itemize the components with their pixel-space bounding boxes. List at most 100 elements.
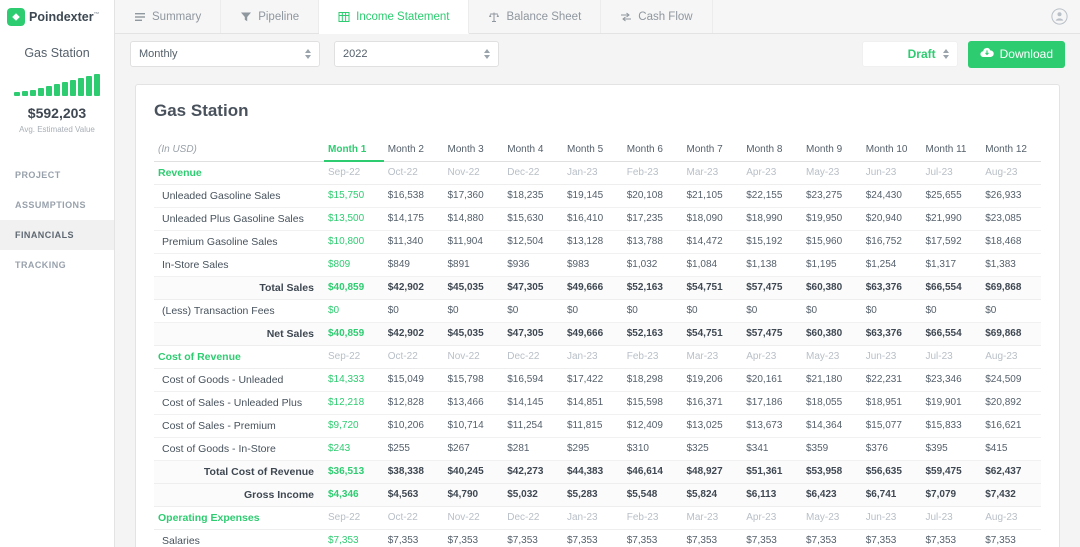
tab-income-statement[interactable]: Income Statement: [319, 0, 470, 34]
section-header-row: Operating Expenses Sep-22 Oct-22 Nov-22 Dec-…: [154, 505, 1041, 530]
month-column-header[interactable]: Month 10: [861, 139, 922, 162]
table-row: Cost of Goods - Unleaded $14,333 $15,049 $1…: [154, 368, 1041, 392]
sidebar-item-assumptions[interactable]: ASSUMPTIONS: [0, 190, 114, 220]
value-cell: $7,353: [861, 529, 922, 547]
month-column-header[interactable]: Month 6: [622, 139, 683, 162]
value-cell: $13,673: [742, 414, 802, 438]
date-cell: Apr-23: [742, 160, 802, 185]
value-cell: $7,432: [981, 483, 1041, 507]
value-cell: $45,035: [443, 322, 504, 346]
value-cell: $42,902: [383, 276, 444, 300]
value-cell: $325: [682, 437, 743, 461]
tab-balance-sheet[interactable]: Balance Sheet: [469, 0, 602, 33]
tab-label: Income Statement: [356, 10, 450, 23]
sidebar-item-project[interactable]: PROJECT: [0, 160, 114, 190]
month-column-header[interactable]: Month 12: [981, 139, 1041, 162]
value-cell: $0: [443, 299, 504, 323]
app-root: Poindexter™ Gas Station $592,203 Avg. Es…: [0, 0, 1080, 547]
value-cell: $14,880: [443, 207, 504, 231]
month-column-header[interactable]: Month 1: [324, 139, 384, 162]
month-column-header[interactable]: Month 8: [742, 139, 802, 162]
date-cell: Sep-22: [324, 505, 384, 530]
value-cell: $0: [503, 299, 563, 323]
trademark: ™: [93, 11, 100, 18]
value-cell: $7,353: [802, 529, 862, 547]
table-row: Unleaded Gasoline Sales $15,750 $16,538 $17…: [154, 184, 1041, 208]
value-cell: $53,958: [802, 460, 862, 484]
table-row: Cost of Goods - In-Store $243 $255 $267 $281…: [154, 437, 1041, 461]
value-cell: $1,032: [622, 253, 683, 277]
unit-label: (In USD): [154, 139, 324, 162]
date-cell: Sep-22: [324, 344, 384, 369]
month-column-header[interactable]: Month 9: [802, 139, 862, 162]
value-cell: $7,353: [563, 529, 623, 547]
tab-cash-flow[interactable]: Cash Flow: [601, 0, 713, 33]
year-select[interactable]: 2022: [334, 41, 499, 67]
value-cell: $0: [981, 299, 1041, 323]
section-title: Revenue: [154, 160, 324, 185]
value-cell: $44,383: [563, 460, 623, 484]
content-area: Summary Pipeline Income Statement Balanc…: [115, 0, 1080, 547]
value-cell: $376: [861, 437, 922, 461]
date-cell: Jun-23: [861, 160, 922, 185]
date-cell: May-23: [802, 344, 862, 369]
month-column-header[interactable]: Month 7: [682, 139, 743, 162]
value-cell: $5,283: [563, 483, 623, 507]
value-cell: $42,273: [503, 460, 563, 484]
table-row: In-Store Sales $809 $849 $891 $936 $983 $1,032…: [154, 253, 1041, 277]
value-cell: $26,933: [981, 184, 1041, 208]
value-cell: $46,614: [622, 460, 683, 484]
row-label: Cost of Sales - Unleaded Plus: [154, 391, 324, 415]
value-cell: $7,353: [682, 529, 743, 547]
value-cell: $25,655: [921, 184, 982, 208]
value-cell: $6,423: [802, 483, 862, 507]
value-cell: $49,666: [563, 276, 623, 300]
status-select[interactable]: Draft: [861, 41, 958, 67]
value-cell: $7,353: [324, 529, 384, 547]
value-cell: $14,851: [563, 391, 623, 415]
sidebar-item-tracking[interactable]: TRACKING: [0, 250, 114, 280]
month-column-header[interactable]: Month 4: [503, 139, 563, 162]
value-cell: $16,752: [861, 230, 922, 254]
value-cell: $13,500: [324, 207, 384, 231]
month-column-header[interactable]: Month 5: [563, 139, 623, 162]
page-title: Gas Station: [154, 101, 249, 120]
sidebar-project-name: Gas Station: [24, 46, 90, 60]
value-cell: $15,750: [324, 184, 384, 208]
row-label: Cost of Goods - In-Store: [154, 437, 324, 461]
month-column-header[interactable]: Month 11: [921, 139, 982, 162]
date-cell: Apr-23: [742, 505, 802, 530]
section-header-row: Revenue Sep-22 Oct-22 Nov-22 Dec-22 Jan-23 Feb…: [154, 160, 1041, 185]
value-cell: $66,554: [921, 276, 982, 300]
period-select-value: Monthly: [139, 48, 178, 60]
value-cell: $0: [802, 299, 862, 323]
tab-pipeline[interactable]: Pipeline: [221, 0, 320, 33]
help-icon[interactable]: [1051, 8, 1068, 25]
value-cell: $21,990: [921, 207, 982, 231]
table-header-row: (In USD) Month 1 Month 2 Month 3 Month 4 Mont…: [154, 139, 1041, 162]
value-cell: $47,305: [503, 276, 563, 300]
download-button-label: Download: [999, 47, 1053, 61]
value-cell: $13,788: [622, 230, 683, 254]
sidebar-item-financials[interactable]: FINANCIALS: [0, 220, 114, 250]
value-cell: $983: [563, 253, 623, 277]
value-cell: $17,422: [563, 368, 623, 392]
tab-summary[interactable]: Summary: [115, 0, 222, 33]
sidebar-nav: PROJECT ASSUMPTIONS FINANCIALS TRACKING: [0, 160, 114, 280]
value-cell: $17,235: [622, 207, 683, 231]
download-button[interactable]: Download: [967, 40, 1065, 68]
period-select[interactable]: Monthly: [130, 41, 320, 67]
date-cell: Feb-23: [622, 505, 683, 530]
app-logo[interactable]: Poindexter™: [0, 0, 114, 34]
month-column-header[interactable]: Month 3: [443, 139, 504, 162]
month-column-header[interactable]: Month 2: [383, 139, 444, 162]
tab-label: Pipeline: [258, 10, 300, 23]
value-cell: $0: [622, 299, 683, 323]
value-cell: $255: [383, 437, 444, 461]
row-label: Premium Gasoline Sales: [154, 230, 324, 254]
value-cell: $5,824: [682, 483, 743, 507]
value-cell: $23,346: [921, 368, 982, 392]
value-cell: $12,409: [622, 414, 683, 438]
date-cell: Mar-23: [682, 505, 743, 530]
value-cell: $415: [981, 437, 1041, 461]
